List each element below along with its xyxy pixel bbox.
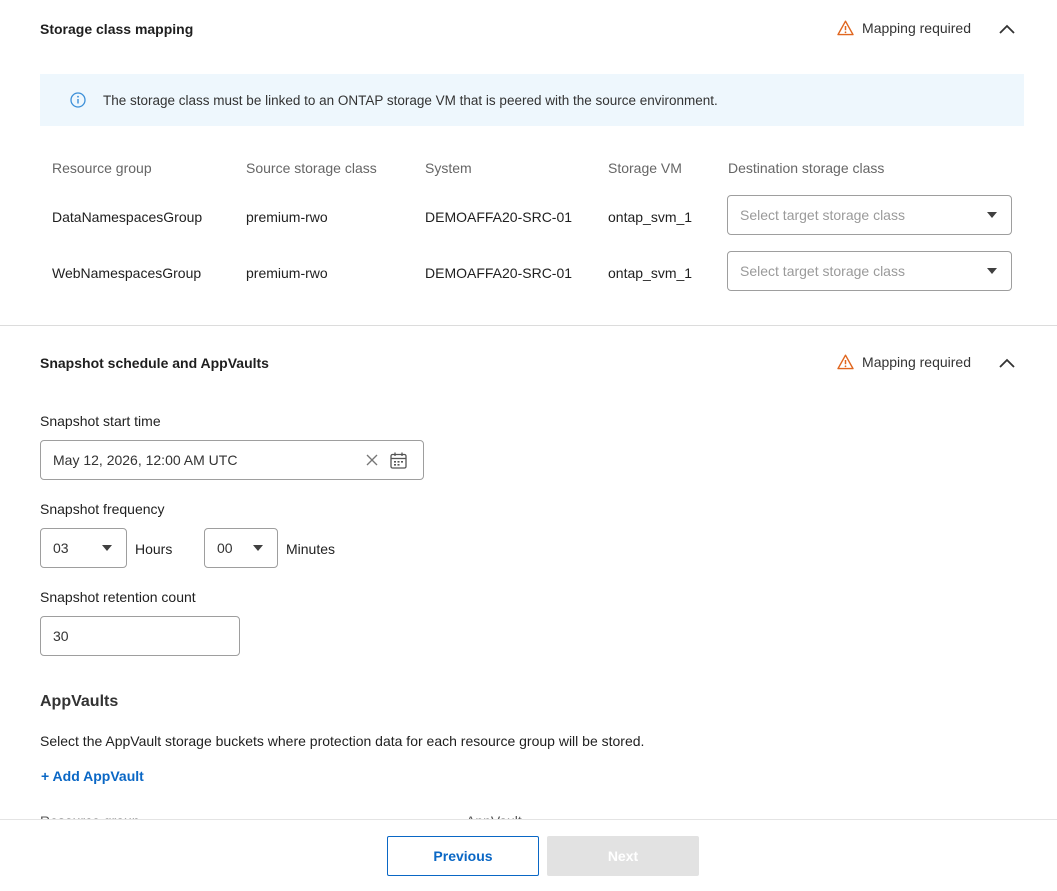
start-time-label: Snapshot start time: [40, 413, 161, 429]
appvaults-heading: AppVaults: [40, 693, 119, 710]
status-text: Mapping required: [862, 20, 971, 36]
start-time-field[interactable]: May 12, 2026, 12:00 AM UTC: [40, 440, 424, 480]
cell-source-class: premium-rwo: [246, 209, 328, 225]
snapshot-title: Snapshot schedule and AppVaults: [40, 355, 269, 371]
retention-label: Snapshot retention count: [40, 589, 196, 605]
cell-source-class: premium-rwo: [246, 265, 328, 281]
info-text: The storage class must be linked to an O…: [103, 92, 718, 108]
minutes-value: 00: [217, 540, 233, 556]
calendar-icon[interactable]: [390, 452, 407, 469]
destination-class-select[interactable]: Select target storage class: [727, 195, 1012, 235]
storage-mapping-title: Storage class mapping: [40, 21, 194, 37]
appvaults-description: Select the AppVault storage buckets wher…: [40, 733, 645, 749]
frequency-label: Snapshot frequency: [40, 501, 165, 517]
column-header-destination-class: Destination storage class: [728, 160, 885, 176]
cell-system: DEMOAFFA20-SRC-01: [425, 209, 573, 225]
hours-value: 03: [53, 540, 69, 556]
warning-icon: [837, 20, 854, 36]
status-text: Mapping required: [862, 354, 971, 370]
cell-resource-group: DataNamespacesGroup: [52, 209, 203, 225]
column-header-resource-group: Resource group: [52, 160, 152, 176]
chevron-up-icon[interactable]: [997, 353, 1017, 373]
column-header-system: System: [425, 160, 472, 176]
cell-storage-vm: ontap_svm_1: [608, 209, 693, 225]
caret-down-icon: [102, 545, 112, 551]
add-appvault-link[interactable]: + Add AppVault: [41, 768, 144, 784]
hours-select[interactable]: 03: [40, 528, 127, 568]
cell-storage-vm: ontap_svm_1: [608, 265, 693, 281]
snapshot-status: Mapping required: [837, 354, 971, 370]
caret-down-icon: [253, 545, 263, 551]
hours-unit: Hours: [135, 541, 173, 557]
column-header-storage-vm: Storage VM: [608, 160, 682, 176]
caret-down-icon: [987, 268, 997, 274]
info-banner: The storage class must be linked to an O…: [40, 74, 1024, 126]
column-header-source-class: Source storage class: [246, 160, 377, 176]
minutes-select[interactable]: 00: [204, 528, 278, 568]
cell-system: DEMOAFFA20-SRC-01: [425, 265, 573, 281]
warning-icon: [837, 354, 854, 370]
storage-mapping-status: Mapping required: [837, 20, 971, 36]
next-button[interactable]: Next: [547, 836, 699, 876]
select-placeholder: Select target storage class: [740, 207, 905, 223]
minutes-unit: Minutes: [286, 541, 336, 557]
info-icon: [70, 92, 86, 108]
retention-value: 30: [53, 628, 69, 644]
previous-button[interactable]: Previous: [387, 836, 539, 876]
wizard-footer: Previous Next: [0, 820, 1057, 891]
caret-down-icon: [987, 212, 997, 218]
section-divider: [0, 325, 1057, 326]
chevron-up-icon[interactable]: [997, 19, 1017, 39]
clear-icon[interactable]: [366, 454, 378, 466]
cell-resource-group: WebNamespacesGroup: [52, 265, 202, 281]
destination-class-select[interactable]: Select target storage class: [727, 251, 1012, 291]
retention-input[interactable]: 30: [40, 616, 240, 656]
start-time-value: May 12, 2026, 12:00 AM UTC: [53, 452, 238, 468]
select-placeholder: Select target storage class: [740, 263, 905, 279]
